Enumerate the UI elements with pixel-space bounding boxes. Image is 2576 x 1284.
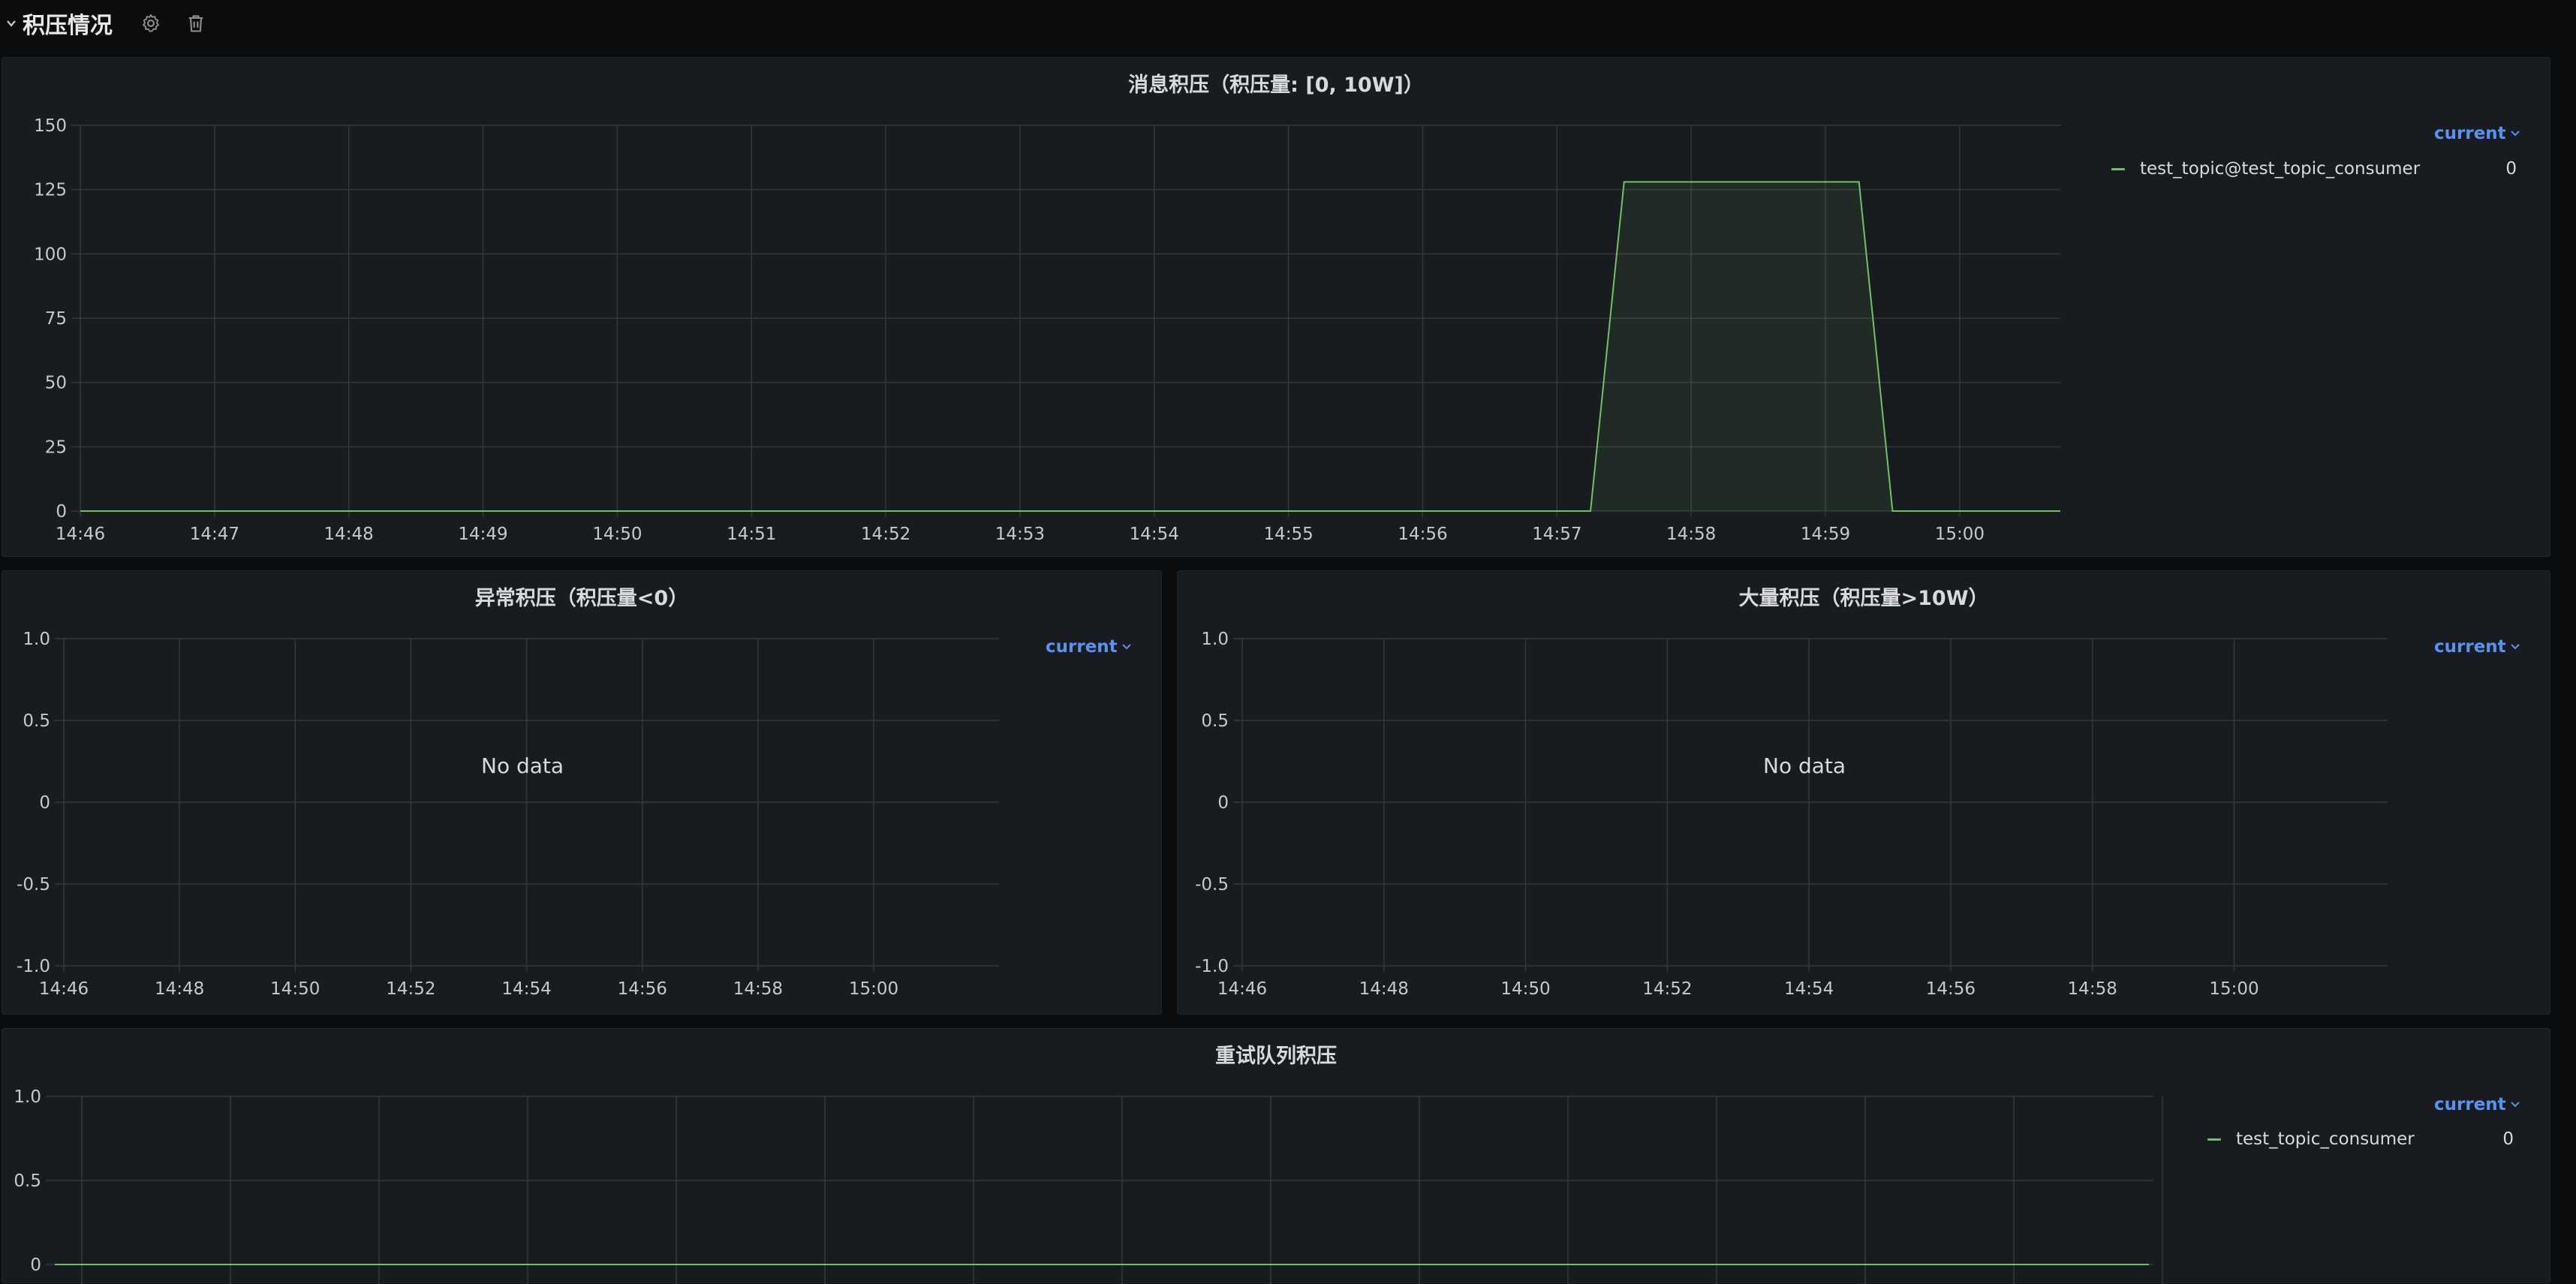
y-tick-label: 50 bbox=[45, 374, 67, 393]
x-tick-label: 14:46 bbox=[56, 525, 105, 544]
x-tick-label: 15:00 bbox=[1935, 525, 1985, 544]
panel-large: 大量积压（积压量>10W） 1.0 0.5 0 -0.5 -1.0 14:46 14:48 1… bbox=[1177, 570, 2550, 1015]
legend-item[interactable]: test_topic_consumer bbox=[2207, 1129, 2415, 1149]
y-tick-label: 1.0 bbox=[1201, 630, 1229, 649]
chevron-down-icon bbox=[1121, 644, 1131, 650]
x-tick-label: 14:48 bbox=[324, 525, 374, 544]
x-tick-label: 14:49 bbox=[458, 525, 507, 544]
x-tick-label: 14:52 bbox=[386, 979, 435, 999]
legend-series-name: test_topic_consumer bbox=[2236, 1129, 2415, 1149]
legend-current-toggle[interactable]: current bbox=[1046, 637, 1131, 657]
y-tick-label: -0.5 bbox=[17, 875, 50, 895]
x-tick-label: 14:56 bbox=[1926, 979, 1976, 999]
y-tick-label: -1.0 bbox=[17, 957, 50, 976]
gear-icon[interactable] bbox=[138, 11, 164, 36]
x-tick-label: 14:58 bbox=[2068, 979, 2117, 999]
x-tick-label: 14:51 bbox=[727, 525, 776, 544]
x-tick-label: 14:48 bbox=[155, 979, 204, 999]
x-tick-label: 14:54 bbox=[1130, 525, 1179, 544]
y-tick-label: 100 bbox=[34, 245, 67, 264]
chart-retry[interactable]: 1.0 0.5 0 bbox=[2, 1029, 2551, 1284]
x-tick-label: 14:57 bbox=[1532, 525, 1581, 544]
legend-series-value: 0 bbox=[2505, 159, 2517, 179]
legend-current-toggle[interactable]: current bbox=[2434, 1095, 2520, 1114]
legend-current-toggle[interactable]: current bbox=[2434, 637, 2520, 657]
panel-backlog: 消息积压（积压量: [0, 10W]） 0 25 50 75 100 125 150 14:4… bbox=[2, 57, 2550, 557]
chart-abnormal[interactable]: 1.0 0.5 0 -0.5 -1.0 14:46 14:48 14:50 14:52 14:54… bbox=[2, 571, 1163, 1015]
chart-backlog[interactable]: 0 25 50 75 100 125 150 14:46 14:47 14:48 14:49 14:5… bbox=[2, 58, 2551, 558]
legend-series-name: test_topic@test_topic_consumer bbox=[2140, 159, 2421, 179]
x-tick-label: 14:46 bbox=[39, 979, 89, 999]
y-tick-label: 0 bbox=[30, 1255, 41, 1275]
chevron-down-icon[interactable] bbox=[0, 18, 23, 29]
x-tick-label: 14:54 bbox=[501, 979, 551, 999]
x-tick-label: 14:55 bbox=[1263, 525, 1313, 544]
legend-header-label: current bbox=[1046, 637, 1118, 657]
x-tick-label: 15:00 bbox=[849, 979, 898, 999]
row-header: 积压情况 bbox=[0, 0, 2576, 47]
y-tick-label: 0.5 bbox=[1201, 711, 1229, 731]
chevron-down-icon bbox=[2510, 1102, 2520, 1108]
x-tick-label: 14:50 bbox=[592, 525, 642, 544]
x-tick-label: 14:50 bbox=[270, 979, 320, 999]
no-data-message: No data bbox=[481, 753, 564, 778]
x-tick-label: 15:00 bbox=[2209, 979, 2259, 999]
legend-item[interactable]: test_topic@test_topic_consumer bbox=[2111, 159, 2420, 179]
y-tick-label: 0 bbox=[39, 793, 50, 813]
y-tick-label: 1.0 bbox=[23, 630, 50, 649]
series-area bbox=[80, 182, 2060, 512]
chart-large[interactable]: 1.0 0.5 0 -0.5 -1.0 14:46 14:48 14:50 14:52 14:54… bbox=[1178, 571, 2551, 1015]
x-tick-label: 14:54 bbox=[1784, 979, 1834, 999]
x-tick-label: 14:56 bbox=[1398, 525, 1447, 544]
y-tick-label: 1.0 bbox=[14, 1087, 41, 1107]
x-tick-label: 14:59 bbox=[1801, 525, 1850, 544]
x-tick-label: 14:47 bbox=[190, 525, 239, 544]
y-tick-label: 25 bbox=[45, 438, 67, 457]
x-tick-label: 14:52 bbox=[1642, 979, 1692, 999]
trash-icon[interactable] bbox=[183, 11, 209, 36]
chevron-down-icon bbox=[2510, 644, 2520, 650]
legend-current-toggle[interactable]: current bbox=[2434, 124, 2520, 143]
y-tick-label: 0 bbox=[56, 502, 67, 522]
y-tick-label: 125 bbox=[34, 181, 67, 200]
x-tick-label: 14:58 bbox=[1666, 525, 1716, 544]
legend-series-value: 0 bbox=[2502, 1129, 2514, 1149]
x-tick-label: 14:50 bbox=[1500, 979, 1550, 999]
y-tick-label: 0.5 bbox=[14, 1171, 41, 1191]
x-tick-label: 14:52 bbox=[861, 525, 910, 544]
panel-retry: 重试队列积压 1.0 0.5 0 current test_topic_consum… bbox=[2, 1028, 2551, 1284]
no-data-message: No data bbox=[1763, 753, 1846, 778]
series-swatch bbox=[2207, 1138, 2221, 1141]
y-tick-label: 0 bbox=[1217, 793, 1229, 813]
chevron-down-icon bbox=[2510, 131, 2520, 137]
panel-abnormal: 异常积压（积压量<0） 1.0 0.5 0 -0.5 -1.0 14:46 14:48 14:… bbox=[2, 570, 1162, 1015]
legend-header-label: current bbox=[2434, 124, 2506, 143]
x-tick-label: 14:46 bbox=[1217, 979, 1267, 999]
x-tick-label: 14:58 bbox=[733, 979, 783, 999]
row-title[interactable]: 积压情况 bbox=[23, 7, 113, 40]
x-tick-label: 14:53 bbox=[995, 525, 1045, 544]
y-tick-label: -0.5 bbox=[1195, 875, 1229, 895]
x-tick-label: 14:48 bbox=[1359, 979, 1409, 999]
series-swatch bbox=[2111, 167, 2125, 170]
y-tick-label: 150 bbox=[34, 116, 67, 136]
y-tick-label: -1.0 bbox=[1195, 957, 1229, 976]
legend-header-label: current bbox=[2434, 637, 2506, 657]
x-tick-label: 14:56 bbox=[618, 979, 667, 999]
y-tick-label: 0.5 bbox=[23, 711, 50, 731]
y-tick-label: 75 bbox=[45, 309, 67, 329]
legend-header-label: current bbox=[2434, 1095, 2506, 1114]
